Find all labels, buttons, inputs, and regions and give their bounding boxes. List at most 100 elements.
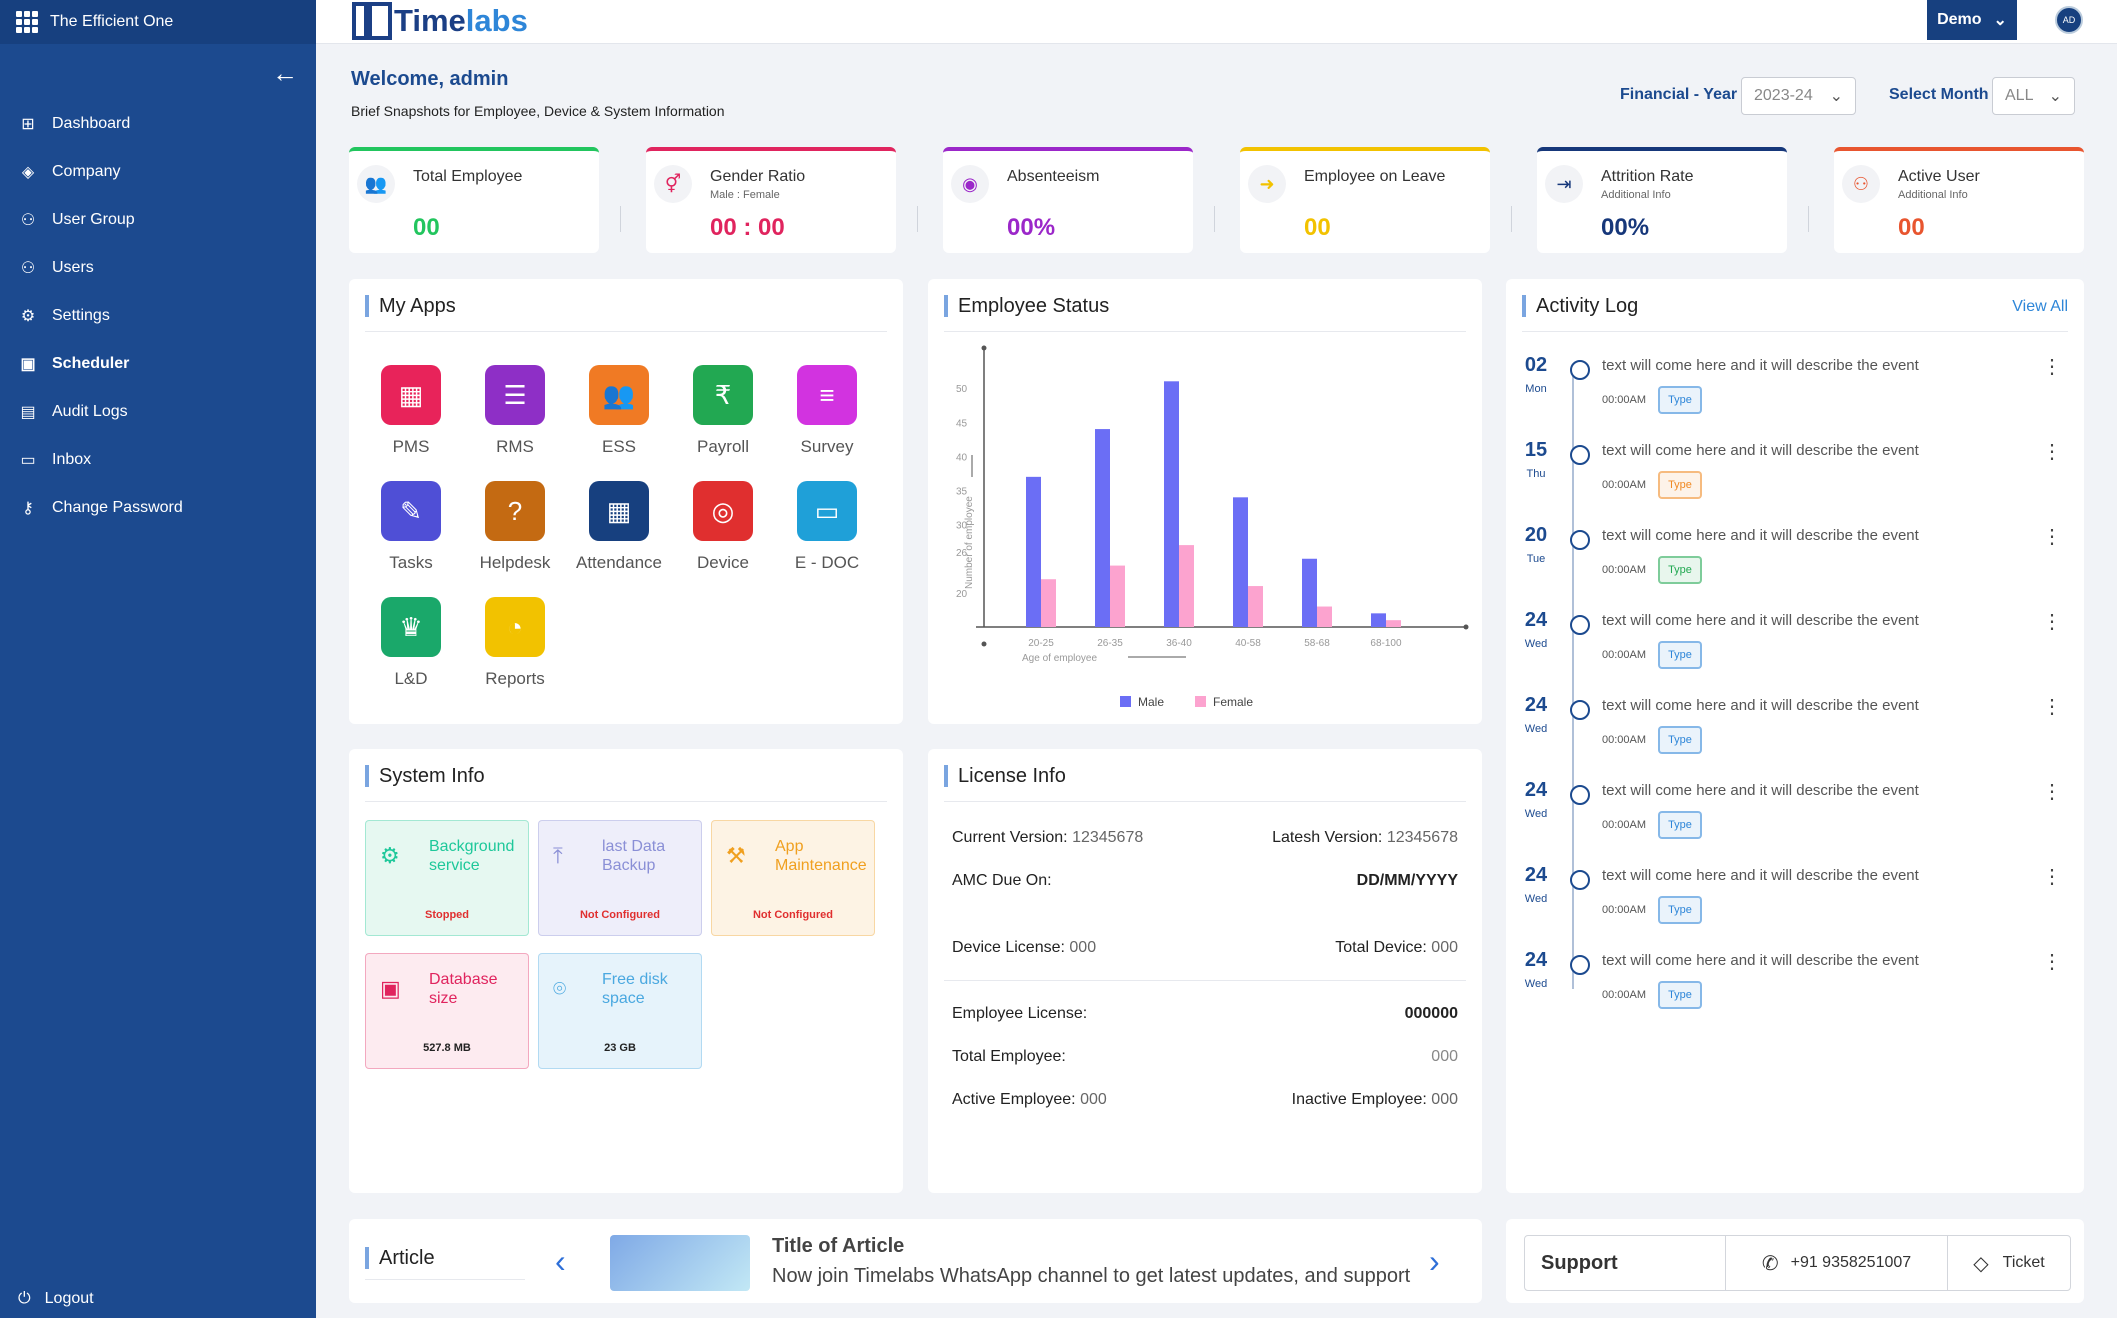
app-payroll[interactable]: ₹ Payroll (678, 365, 768, 457)
avatar[interactable]: AD (2055, 6, 2083, 34)
bar-male-26-35[interactable] (1095, 429, 1110, 627)
article-title[interactable]: Title of Article (772, 1235, 904, 1258)
bar-male-40-58[interactable] (1233, 497, 1248, 627)
sidebar-item-label: User Group (52, 211, 135, 228)
app-survey[interactable]: ≡ Survey (782, 365, 872, 457)
bar-male-20-25[interactable] (1026, 476, 1041, 627)
bar-female-58-68[interactable] (1317, 606, 1332, 627)
bar-female-36-40[interactable] (1179, 545, 1194, 627)
activity-item[interactable]: 24 Wed text will come here and it will des… (1506, 864, 2084, 949)
more-options-icon[interactable]: ⋮ (2042, 949, 2062, 974)
system-info-status: Not Configured (752, 909, 834, 921)
sidebar-item-inbox[interactable]: ▭ Inbox (0, 436, 316, 484)
support-phone-button[interactable]: ✆ +91 9358251007 (1726, 1236, 1948, 1290)
select-month-label: Select Month (1889, 86, 1989, 103)
sidebar-item-change-password[interactable]: ⚷ Change Password (0, 484, 316, 532)
activity-item[interactable]: 24 Wed text will come here and it will des… (1506, 779, 2084, 864)
app-pms[interactable]: ▦ PMS (366, 365, 456, 457)
sidebar-item-audit-logs[interactable]: ▤ Audit Logs (0, 388, 316, 436)
logout-button[interactable]: ⏻ Logout (18, 1290, 94, 1308)
sidebar-item-label: Settings (52, 307, 110, 324)
bar-female-68-100[interactable] (1386, 620, 1401, 627)
system-info-background-service[interactable]: ⚙ Background service Stopped (365, 820, 529, 936)
activity-text: text will come here and it will describe… (1602, 952, 1919, 969)
stat-card-total-employee[interactable]: 👥 Total Employee 00 (349, 147, 599, 253)
activity-item[interactable]: 15 Thu text will come here and it will des… (1506, 439, 2084, 524)
activity-item[interactable]: 24 Wed text will come here and it will des… (1506, 949, 2084, 1034)
app-l-d[interactable]: ♛ L&D (366, 597, 456, 689)
license-info-title: License Info (944, 765, 1066, 787)
activity-item[interactable]: 02 Mon text will come here and it will des… (1506, 354, 2084, 439)
list-icon: ☰ (485, 365, 545, 425)
sidebar-item-settings[interactable]: ⚙ Settings (0, 292, 316, 340)
collapse-sidebar-icon[interactable]: ← (272, 58, 298, 89)
system-info-last-data-backup[interactable]: ⤒ last Data Backup Not Configured (538, 820, 702, 936)
timelabs-logo[interactable]: Time labs (352, 2, 528, 40)
activity-type-badge: Type (1658, 726, 1702, 754)
more-options-icon[interactable]: ⋮ (2042, 439, 2062, 464)
activity-weekday: Thu (1526, 468, 1546, 480)
app-e-doc[interactable]: ▭ E - DOC (782, 481, 872, 573)
bar-female-40-58[interactable] (1248, 586, 1263, 627)
sidebar-item-scheduler[interactable]: ▣ Scheduler (0, 340, 316, 388)
activity-time: 00:00AM (1602, 394, 1647, 406)
app-attendance[interactable]: ▦ Attendance (574, 481, 664, 573)
apps-grid-icon[interactable] (16, 11, 38, 33)
more-options-icon[interactable]: ⋮ (2042, 864, 2062, 889)
user-menu-button[interactable]: Demo ⌄ (1927, 0, 2017, 40)
ticket-button[interactable]: ◇ Ticket (1948, 1236, 2070, 1290)
org-header[interactable]: The Efficient One (0, 0, 316, 44)
app-ess[interactable]: 👥 ESS (574, 365, 664, 457)
y-axis-label: Number of employee (964, 496, 975, 589)
more-options-icon[interactable]: ⋮ (2042, 779, 2062, 804)
activity-text: text will come here and it will describe… (1602, 357, 1919, 374)
stat-card-active-user[interactable]: ⚇ Active User Additional Info 00 (1834, 147, 2084, 253)
month-select[interactable]: ALL ⌄ (1992, 77, 2075, 115)
upload-icon: ⤒ (553, 843, 563, 868)
view-all-link[interactable]: View All (2012, 298, 2068, 316)
activity-item[interactable]: 20 Tue text will come here and it will des… (1506, 524, 2084, 609)
more-options-icon[interactable]: ⋮ (2042, 524, 2062, 549)
system-info-database-size[interactable]: ▣ Database size 527.8 MB (365, 953, 529, 1069)
system-info-free-disk-space[interactable]: ⌾ Free disk space 23 GB (538, 953, 702, 1069)
app-helpdesk[interactable]: ? Helpdesk (470, 481, 560, 573)
more-options-icon[interactable]: ⋮ (2042, 609, 2062, 634)
app-reports[interactable]: ◔ Reports (470, 597, 560, 689)
bar-male-58-68[interactable] (1302, 558, 1317, 627)
amc-due-value: DD/MM/YYYY (1356, 872, 1458, 889)
next-arrow-icon[interactable]: › (1429, 1243, 1440, 1280)
article-thumbnail[interactable] (610, 1235, 750, 1291)
bar-female-20-25[interactable] (1041, 579, 1056, 627)
stat-card-gender-ratio[interactable]: ⚥ Gender Ratio Male : Female 00 : 00 (646, 147, 896, 253)
more-options-icon[interactable]: ⋮ (2042, 354, 2062, 379)
activity-item[interactable]: 24 Wed text will come here and it will des… (1506, 694, 2084, 779)
system-info-app-maintenance[interactable]: ⚒ App Maintenance Not Configured (711, 820, 875, 936)
bar-female-26-35[interactable] (1110, 565, 1125, 627)
bar-male-68-100[interactable] (1371, 613, 1386, 627)
sidebar-item-user-group[interactable]: ⚇ User Group (0, 196, 316, 244)
users-icon: ⚇ (20, 260, 36, 277)
stat-card-employee-on-leave[interactable]: ➜ Employee on Leave 00 (1240, 147, 1490, 253)
activity-text: text will come here and it will describe… (1602, 782, 1919, 799)
previous-arrow-icon[interactable]: ‹ (555, 1243, 566, 1280)
total-employee-value: 000 (1431, 1048, 1458, 1065)
app-tasks[interactable]: ✎ Tasks (366, 481, 456, 573)
stat-card-attrition-rate[interactable]: ⇥ Attrition Rate Additional Info 00% (1537, 147, 1787, 253)
sidebar-item-users[interactable]: ⚇ Users (0, 244, 316, 292)
x-tick-label: 20-25 (1028, 638, 1054, 649)
chevron-down-icon: ⌄ (1993, 12, 2007, 29)
sidebar-item-dashboard[interactable]: ⊞ Dashboard (0, 100, 316, 148)
more-options-icon[interactable]: ⋮ (2042, 694, 2062, 719)
activity-log-card: Activity Log View All 02 Mon text will com… (1506, 279, 2084, 1193)
app-rms[interactable]: ☰ RMS (470, 365, 560, 457)
activity-day: 24 (1524, 779, 1548, 801)
sidebar-item-company[interactable]: ◈ Company (0, 148, 316, 196)
financial-year-select[interactable]: 2023-24 ⌄ (1741, 77, 1856, 115)
absent-icon: ◉ (951, 165, 989, 203)
bar-male-36-40[interactable] (1164, 381, 1179, 627)
activity-item[interactable]: 24 Wed text will come here and it will des… (1506, 609, 2084, 694)
timeline-dot-icon (1570, 785, 1590, 805)
stat-card-absenteeism[interactable]: ◉ Absenteeism 00% (943, 147, 1193, 253)
sidebar-item-label: Scheduler (52, 355, 130, 372)
app-device[interactable]: ◎ Device (678, 481, 768, 573)
